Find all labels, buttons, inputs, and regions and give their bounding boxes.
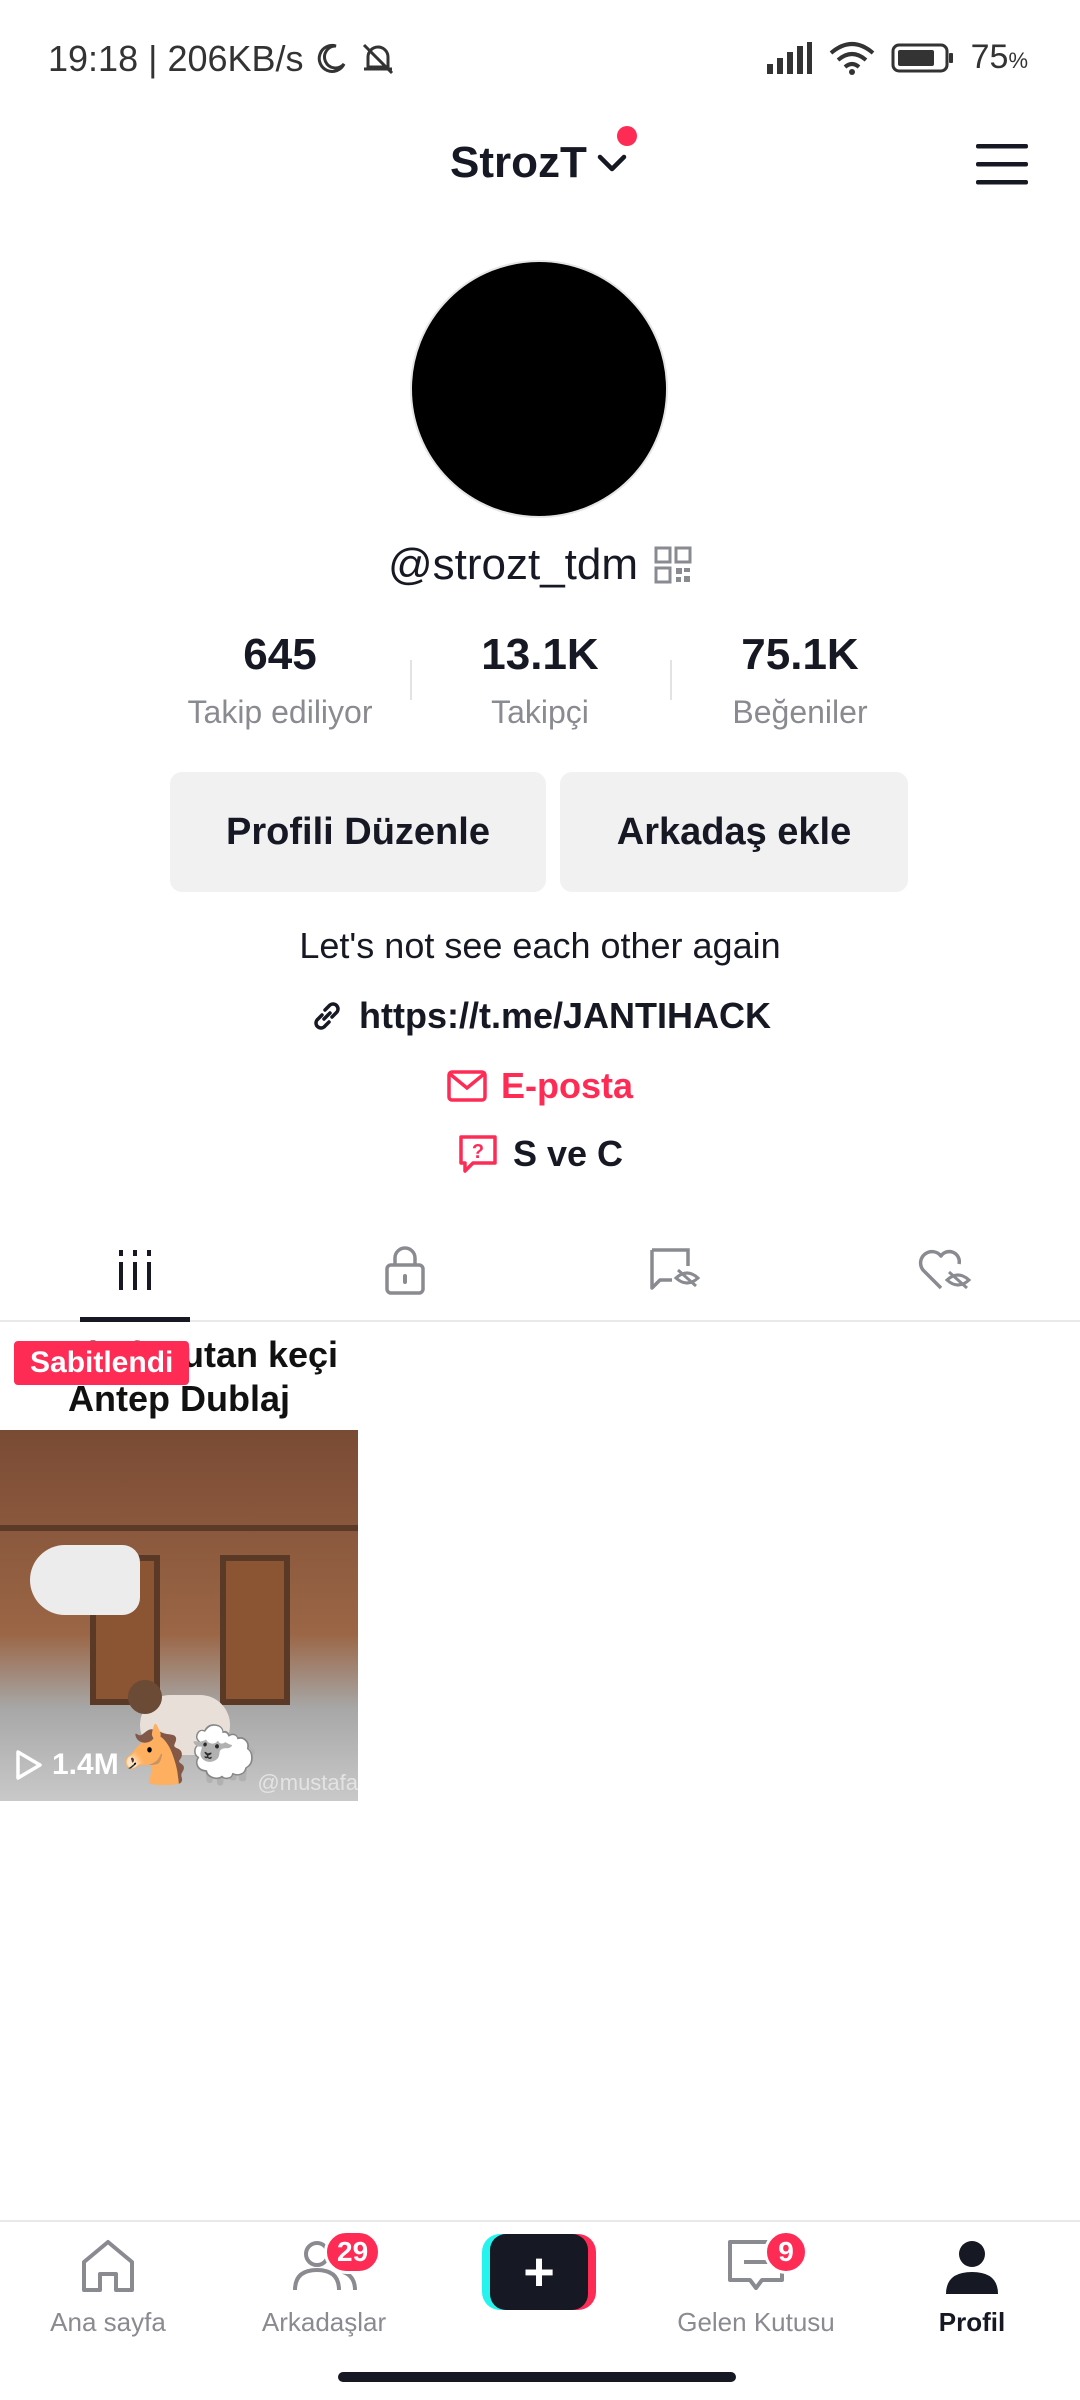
question-bubble-icon: ?	[459, 1135, 497, 1173]
moon-icon	[317, 43, 345, 73]
stat-followers-label: Takipçi	[491, 694, 589, 730]
video-emoji: 🐴🐑	[120, 1723, 260, 1786]
hidden-likes-icon	[918, 1249, 972, 1290]
horse-head	[30, 1545, 140, 1615]
plus-icon: +	[490, 2234, 588, 2310]
avatar[interactable]	[410, 260, 668, 518]
stable-wall	[0, 1525, 358, 1531]
profile-link[interactable]: https://t.me/JANTIHACK	[0, 995, 1080, 1037]
pinned-badge: Sabitlendi	[14, 1341, 190, 1385]
status-time-speed: 19:18 | 206KB/s	[48, 38, 304, 79]
profile-bio: Let's not see each other again	[299, 925, 781, 966]
nav-home[interactable]: Ana sayfa	[8, 2236, 208, 2338]
battery-icon	[891, 43, 953, 72]
stat-divider	[670, 660, 672, 700]
link-icon	[314, 1002, 340, 1030]
account-switcher[interactable]: StrozT	[450, 138, 629, 188]
status-left: 19:18 | 206KB/s	[48, 38, 398, 80]
video-watermark: @mustafa	[257, 1770, 358, 1795]
muted-bell-icon	[362, 43, 393, 75]
battery-unit: %	[1008, 48, 1028, 73]
stat-likes[interactable]: 75.1K Beğeniler	[670, 630, 930, 750]
chevron-down-icon	[597, 154, 627, 172]
goat-head	[128, 1680, 162, 1714]
stat-likes-value: 75.1K	[741, 630, 859, 679]
account-name: StrozT	[450, 138, 587, 187]
stat-followers[interactable]: 13.1K Takipçi	[410, 630, 670, 750]
play-icon	[16, 1750, 42, 1780]
svg-text:?: ?	[472, 1141, 484, 1163]
status-bar: 19:18 | 206KB/s 75%	[0, 0, 1080, 120]
stat-likes-label: Beğeniler	[732, 694, 868, 730]
profile-icon	[946, 2241, 998, 2294]
mail-icon	[447, 1070, 487, 1102]
profile-stats: 645 Takip ediliyor 13.1K Takipçi 75.1K B…	[150, 630, 930, 750]
stable-door	[220, 1555, 290, 1705]
nav-inbox-label: Gelen Kutusu	[677, 2307, 835, 2337]
nav-inbox[interactable]: Gelen Kutusu	[656, 2236, 856, 2338]
stat-followers-value: 13.1K	[481, 630, 599, 679]
tab-reposts[interactable]	[540, 1220, 810, 1320]
profile-tabs	[0, 1220, 1080, 1322]
video-view-count: 1.4M	[52, 1748, 119, 1781]
home-icon	[82, 2240, 134, 2292]
notification-dot	[617, 126, 637, 146]
tab-liked[interactable]	[810, 1220, 1080, 1320]
hamburger-menu-icon[interactable]	[976, 142, 1028, 186]
profile-link-text: https://t.me/JANTIHACK	[359, 995, 771, 1036]
wifi-icon	[829, 41, 874, 75]
edit-profile-button[interactable]: Profili Düzenle	[170, 772, 546, 892]
lock-icon	[385, 1246, 425, 1295]
nav-friends-label: Arkadaşlar	[261, 2307, 387, 2337]
inbox-badge: 9	[764, 2230, 808, 2274]
hidden-repost-icon	[650, 1248, 701, 1290]
profile-header: StrozT	[0, 120, 1080, 210]
qr-code-icon[interactable]	[654, 546, 692, 584]
status-right: 75%	[765, 38, 1028, 77]
signal-icon	[766, 41, 812, 74]
qa-button[interactable]: ? S ve C	[0, 1133, 1080, 1175]
videos-grid-icon	[119, 1250, 151, 1290]
email-label: E-posta	[500, 1065, 633, 1106]
stat-following-label: Takip ediliyor	[187, 694, 373, 730]
create-button[interactable]: +	[482, 2234, 596, 2310]
profile-handle-row: @strozt_tdm	[0, 540, 1080, 590]
battery-value: 75	[970, 38, 1009, 76]
stat-divider	[410, 660, 412, 700]
nav-profile[interactable]: Profil	[872, 2236, 1072, 2338]
add-friend-button[interactable]: Arkadaş ekle	[560, 772, 908, 892]
home-indicator[interactable]	[338, 2372, 736, 2382]
email-button[interactable]: E-posta	[0, 1065, 1080, 1107]
friends-badge: 29	[324, 2230, 382, 2274]
battery-level: 75%	[971, 38, 1028, 77]
nav-profile-label: Profil	[938, 2307, 1006, 2337]
qa-label: S ve C	[512, 1133, 624, 1174]
video-views: 1.4M	[14, 1748, 119, 1782]
tab-videos[interactable]	[0, 1220, 270, 1322]
stat-following[interactable]: 645 Takip ediliyor	[150, 630, 410, 750]
profile-handle: @strozt_tdm	[387, 540, 639, 589]
tab-private[interactable]	[270, 1220, 540, 1320]
active-tab-indicator	[80, 1317, 190, 1322]
nav-home-label: Ana sayfa	[50, 2307, 166, 2337]
stat-following-value: 645	[243, 630, 317, 679]
